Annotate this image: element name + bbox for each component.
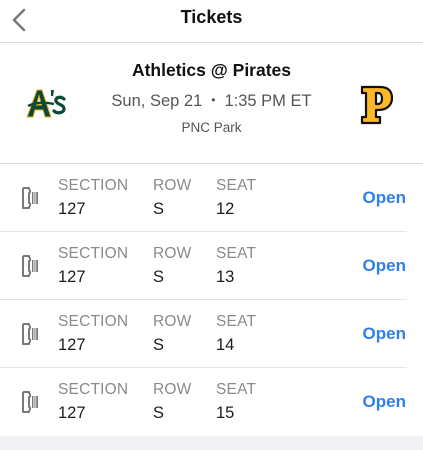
event-title: Athletics @ Pirates [131, 60, 292, 80]
event-date: Sun, Sep 21 [111, 92, 203, 110]
seat-value: 14 [216, 336, 235, 354]
open-ticket-button[interactable]: Open [363, 256, 406, 276]
seat-column: SEAT 14 [216, 313, 256, 355]
datetime-separator: • [211, 93, 216, 107]
section-label: SECTION [58, 177, 129, 194]
row-column: ROW S [153, 313, 191, 355]
open-ticket-button[interactable]: Open [363, 324, 406, 344]
row-label: ROW [153, 245, 192, 262]
event-time: 1:35 PM ET [224, 92, 312, 110]
seat-label: SEAT [216, 313, 257, 330]
ticket-row[interactable]: SECTION 127 ROW S SEAT 14 Open [0, 300, 423, 368]
ticket-barcode-icon [22, 323, 38, 345]
ticket-barcode-icon [22, 187, 38, 209]
section-value: 127 [58, 268, 86, 286]
seat-value: 13 [216, 268, 235, 286]
page-title: Tickets [180, 7, 243, 27]
row-column: ROW S [153, 245, 191, 287]
section-value: 127 [58, 336, 86, 354]
nav-bar: Tickets [0, 0, 423, 43]
section-column: SECTION 127 [58, 313, 128, 355]
row-column: ROW S [153, 177, 191, 219]
ticket-barcode-icon [22, 255, 38, 277]
section-column: SECTION 127 [58, 177, 128, 219]
section-label: SECTION [58, 381, 129, 398]
seat-column: SEAT 15 [216, 381, 256, 423]
open-ticket-button[interactable]: Open [363, 188, 406, 208]
seat-label: SEAT [216, 177, 257, 194]
seat-value: 15 [216, 404, 235, 422]
row-value: S [153, 404, 165, 422]
section-label: SECTION [58, 245, 129, 262]
row-value: S [153, 200, 165, 218]
row-column: ROW S [153, 381, 191, 423]
seat-label: SEAT [216, 381, 257, 398]
seat-column: SEAT 12 [216, 177, 256, 219]
ticket-row[interactable]: SECTION 127 ROW S SEAT 12 Open [0, 164, 423, 232]
ticket-row[interactable]: SECTION 127 ROW S SEAT 13 Open [0, 232, 423, 300]
seat-label: SEAT [216, 245, 257, 262]
row-label: ROW [153, 313, 192, 330]
section-column: SECTION 127 [58, 381, 128, 423]
section-value: 127 [58, 404, 86, 422]
ticket-row[interactable]: SECTION 127 ROW S SEAT 15 Open [0, 368, 423, 436]
section-column: SECTION 127 [58, 245, 128, 287]
seat-column: SEAT 13 [216, 245, 256, 287]
ticket-list: SECTION 127 ROW S SEAT 12 Open SECTION 1… [0, 164, 423, 436]
section-value: 127 [58, 200, 86, 218]
bottom-band [0, 436, 423, 450]
seat-value: 12 [216, 200, 235, 218]
ticket-barcode-icon [22, 391, 38, 413]
open-ticket-button[interactable]: Open [363, 392, 406, 412]
row-value: S [153, 268, 165, 286]
section-label: SECTION [58, 313, 129, 330]
event-header: Athletics @ Pirates Sun, Sep 21 • 1:35 PM … [0, 43, 423, 164]
row-label: ROW [153, 381, 192, 398]
pirates-logo [360, 85, 394, 125]
row-label: ROW [153, 177, 192, 194]
row-value: S [153, 336, 165, 354]
